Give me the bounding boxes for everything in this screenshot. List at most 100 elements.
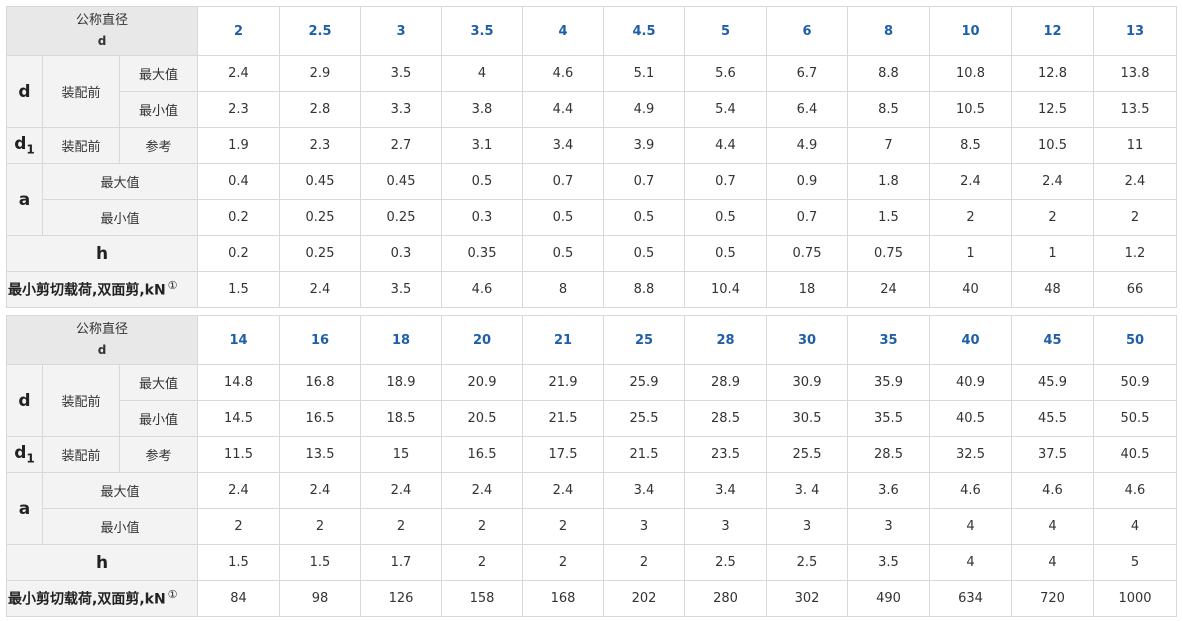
d1-row: d1 装配前 参考 11.5 13.5 15 16.5 17.5 21.5 23… (6, 436, 1177, 473)
size-cell: 2 (197, 6, 280, 56)
value-cell: 21.9 (522, 364, 604, 401)
size-cell: 18 (360, 315, 442, 365)
value-cell: 0.5 (522, 199, 604, 236)
value-cell: 2.8 (279, 91, 361, 128)
value-cell: 0.75 (766, 235, 848, 272)
value-cell: 4 (929, 508, 1012, 545)
value-cell: 2.7 (360, 127, 442, 164)
size-cell: 25 (603, 315, 685, 365)
value-cell: 2 (929, 199, 1012, 236)
value-cell: 50.5 (1093, 400, 1177, 437)
value-cell: 4.6 (522, 55, 604, 92)
value-cell: 1.8 (847, 163, 930, 200)
value-cell: 4 (441, 55, 523, 92)
value-cell: 98 (279, 580, 361, 617)
h-row: h 0.2 0.25 0.3 0.35 0.5 0.5 0.5 0.75 0.7… (6, 235, 1177, 272)
size-cell: 12 (1011, 6, 1094, 56)
size-cell: 14 (197, 315, 280, 365)
value-cell: 4 (1011, 544, 1094, 581)
value-cell: 1.5 (197, 544, 280, 581)
value-cell: 0.7 (766, 199, 848, 236)
nominal-diameter-label: 公称直径 (75, 13, 128, 28)
value-cell: 2 (441, 508, 523, 545)
value-cell: 13.5 (1093, 91, 1177, 128)
d1-row: d1 装配前 参考 1.9 2.3 2.7 3.1 3.4 3.9 4.4 4.… (6, 127, 1177, 164)
d-symbol: d (6, 55, 43, 128)
value-cell: 10.5 (929, 91, 1012, 128)
value-cell: 3. 4 (766, 472, 848, 509)
value-cell: 2.4 (360, 472, 442, 509)
value-cell: 11.5 (197, 436, 280, 473)
value-cell: 8.8 (847, 55, 930, 92)
header-row: 公称直径 d 2 2.5 3 3.5 4 4.5 5 6 8 10 12 13 (6, 6, 1177, 56)
max-label: 最大值 (119, 55, 198, 92)
footnote-mark: ① (167, 279, 178, 293)
value-cell: 2 (603, 544, 685, 581)
value-cell: 0.5 (684, 199, 767, 236)
min-label: 最小值 (119, 400, 198, 437)
value-cell: 0.35 (441, 235, 523, 272)
value-cell: 14.5 (197, 400, 280, 437)
value-cell: 0.5 (603, 235, 685, 272)
value-cell: 2.4 (279, 271, 361, 308)
value-cell: 5.6 (684, 55, 767, 92)
value-cell: 40.5 (1093, 436, 1177, 473)
value-cell: 8 (522, 271, 604, 308)
a-max-row: a 最大值 0.4 0.45 0.45 0.5 0.7 0.7 0.7 0.9 … (6, 163, 1177, 236)
value-cell: 0.25 (279, 235, 361, 272)
nominal-diameter-label: 公称直径 (75, 322, 128, 337)
value-cell: 1.5 (197, 271, 280, 308)
value-cell: 0.4 (197, 163, 280, 200)
value-cell: 2 (197, 508, 280, 545)
value-cell: 3 (847, 508, 930, 545)
value-cell: 12.5 (1011, 91, 1094, 128)
value-cell: 3 (603, 508, 685, 545)
size-cell: 2.5 (279, 6, 361, 56)
h-row: h 1.5 1.5 1.7 2 2 2 2.5 2.5 3.5 4 4 5 (6, 544, 1177, 581)
value-cell: 84 (197, 580, 280, 617)
value-cell: 32.5 (929, 436, 1012, 473)
value-cell: 12.8 (1011, 55, 1094, 92)
value-cell: 6.4 (766, 91, 848, 128)
value-cell: 0.5 (684, 235, 767, 272)
value-cell: 4.6 (1093, 472, 1177, 509)
value-cell: 37.5 (1011, 436, 1094, 473)
value-cell: 1.9 (197, 127, 280, 164)
value-cell: 2.5 (684, 544, 767, 581)
value-cell: 4 (1011, 508, 1094, 545)
value-cell: 3.8 (441, 91, 523, 128)
value-cell: 16.8 (279, 364, 361, 401)
value-cell: 1 (929, 235, 1012, 272)
value-cell: 45.9 (1011, 364, 1094, 401)
header-row: 公称直径 d 14 16 18 20 21 25 28 30 35 40 45 … (6, 315, 1177, 365)
value-cell: 0.25 (360, 199, 442, 236)
size-cell: 4.5 (603, 6, 685, 56)
value-cell: 3 (766, 508, 848, 545)
value-cell: 30.5 (766, 400, 848, 437)
value-cell: 40 (929, 271, 1012, 308)
value-cell: 4.6 (929, 472, 1012, 509)
value-cell: 13.8 (1093, 55, 1177, 92)
a-min-row: 最小值 2 2 2 2 2 3 3 3 3 4 4 4 (7, 508, 1177, 545)
d1-symbol-base: d (14, 134, 27, 155)
value-cell: 5.4 (684, 91, 767, 128)
value-cell: 40.9 (929, 364, 1012, 401)
value-cell: 0.75 (847, 235, 930, 272)
value-cell: 5 (1093, 544, 1177, 581)
value-cell: 0.3 (441, 199, 523, 236)
value-cell: 16.5 (279, 400, 361, 437)
d1-symbol: d1 (6, 436, 43, 473)
size-cell: 8 (847, 6, 930, 56)
value-cell: 2.4 (441, 472, 523, 509)
size-cell: 50 (1093, 315, 1177, 365)
nominal-diameter-symbol: d (97, 343, 107, 357)
d-max-row: d 装配前 最大值 14.8 16.8 18.9 20.9 21.9 25.9 … (6, 364, 1177, 437)
d1-symbol-base: d (14, 443, 27, 464)
nominal-diameter-header: 公称直径 d (6, 6, 198, 56)
value-cell: 0.7 (522, 163, 604, 200)
value-cell: 45.5 (1011, 400, 1094, 437)
value-cell: 48 (1011, 271, 1094, 308)
value-cell: 2.5 (766, 544, 848, 581)
d-min-row: 最小值 2.3 2.8 3.3 3.8 4.4 4.9 5.4 6.4 8.5 … (7, 91, 1177, 128)
h-symbol: h (6, 235, 198, 272)
